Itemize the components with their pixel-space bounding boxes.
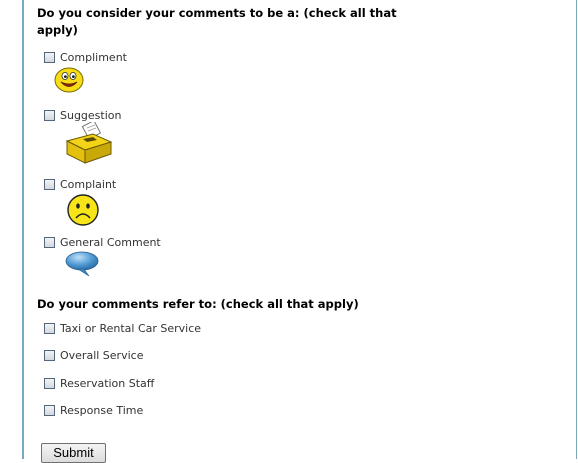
suggestion-checkbox[interactable] [44, 109, 55, 121]
speech-bubble-icon [65, 251, 99, 277]
option-response-time[interactable]: Response Time [44, 403, 143, 417]
comment-topic-question: Do your comments refer to: (check all th… [37, 297, 359, 311]
option-overall-service[interactable]: Overall Service [44, 348, 143, 362]
suggestion-box-icon [65, 122, 113, 164]
response-time-label: Response Time [60, 403, 144, 417]
suggestion-label: Suggestion [60, 108, 122, 122]
general-comment-checkbox[interactable] [44, 236, 55, 248]
submit-button[interactable]: Submit [41, 443, 106, 463]
panel-right-border [576, 0, 577, 459]
option-complaint[interactable]: Complaint [44, 177, 116, 191]
taxi-rental-checkbox[interactable] [44, 322, 55, 334]
reservation-staff-checkbox[interactable] [44, 377, 55, 389]
comment-type-question: Do you consider your comments to be a: (… [37, 6, 397, 37]
compliment-label: Compliment [60, 50, 127, 64]
taxi-rental-label: Taxi or Rental Car Service [60, 321, 202, 335]
option-taxi-rental[interactable]: Taxi or Rental Car Service [44, 321, 201, 335]
form-panel [22, 0, 577, 459]
complaint-checkbox[interactable] [44, 178, 55, 190]
general-comment-label: General Comment [60, 235, 161, 249]
overall-service-label: Overall Service [60, 348, 144, 362]
smiley-face-icon [54, 67, 84, 93]
option-suggestion[interactable]: Suggestion [44, 108, 122, 122]
option-compliment[interactable]: Compliment [44, 50, 127, 64]
sad-face-icon [67, 194, 99, 226]
compliment-checkbox[interactable] [44, 51, 55, 63]
reservation-staff-label: Reservation Staff [60, 376, 155, 390]
complaint-label: Complaint [60, 177, 117, 191]
overall-service-checkbox[interactable] [44, 349, 55, 361]
option-general-comment[interactable]: General Comment [44, 235, 161, 249]
response-time-checkbox[interactable] [44, 404, 55, 416]
option-reservation-staff[interactable]: Reservation Staff [44, 376, 154, 390]
